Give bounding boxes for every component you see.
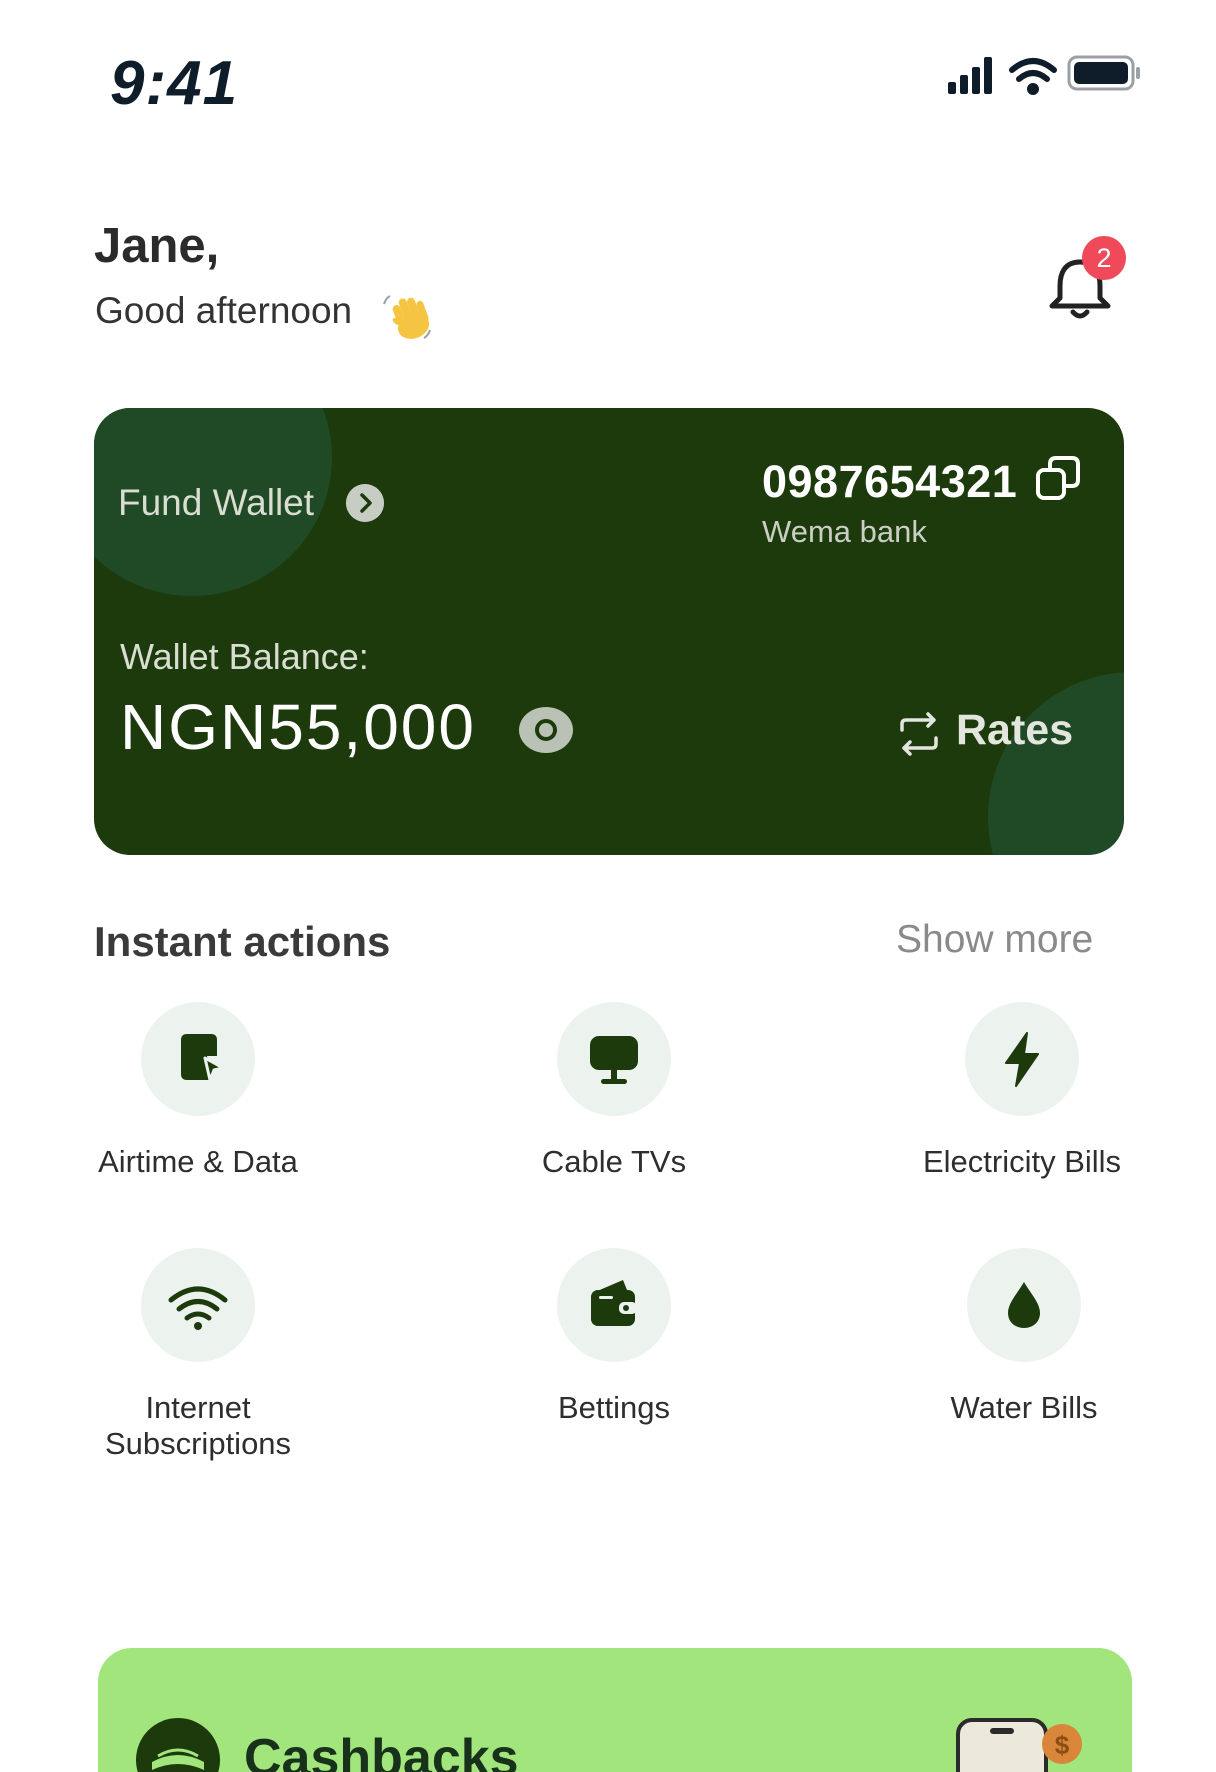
status-time: 9:41 (110, 49, 239, 118)
action-water[interactable]: Water Bills (894, 1248, 1154, 1426)
lightning-icon (965, 1002, 1079, 1116)
wifi-icon (141, 1248, 255, 1362)
exchange-icon (900, 712, 938, 756)
status-icons (948, 55, 1140, 95)
show-more-link[interactable]: Show more (896, 918, 1093, 962)
waving-hand-icon (383, 295, 431, 339)
svg-text:$: $ (1055, 1730, 1070, 1760)
phone-coin-illustration: $ (956, 1718, 1082, 1772)
greeting-message: Good afternoon (95, 290, 353, 331)
wallet-card: Fund Wallet 0987654321 Wema bank Wallet … (94, 408, 1124, 855)
rates-button[interactable]: Rates (898, 704, 1098, 764)
balance-label: Wallet Balance: (120, 636, 369, 677)
wallet-balance: NGN55,000 (120, 691, 476, 763)
action-bettings[interactable]: Bettings (484, 1248, 744, 1426)
fund-wallet-label[interactable]: Fund Wallet (118, 482, 314, 524)
action-airtime-data[interactable]: Airtime & Data (68, 1002, 328, 1180)
cashbacks-banner[interactable]: Cashbacks $ (98, 1648, 1132, 1772)
wifi-status-icon (1009, 58, 1057, 95)
account-number: 0987654321 (762, 456, 1018, 507)
cashbacks-title: Cashbacks (244, 1729, 519, 1772)
section-title: Instant actions (94, 918, 391, 965)
notification-badge: 2 (1082, 236, 1126, 280)
action-label: Water Bills (950, 1390, 1098, 1425)
tv-icon (557, 1002, 671, 1116)
copy-icon[interactable] (1034, 454, 1082, 502)
airtime-icon (141, 1002, 255, 1116)
signal-icon (948, 57, 992, 94)
wallet-icon (557, 1248, 671, 1362)
action-label: Internet Subscriptions (104, 1390, 292, 1461)
action-cable-tv[interactable]: Cable TVs (484, 1002, 744, 1180)
eye-icon[interactable] (518, 706, 574, 754)
action-label: Electricity Bills (922, 1144, 1122, 1179)
bank-name: Wema bank (762, 514, 927, 549)
user-name: Jane, (94, 219, 220, 273)
action-label: Airtime & Data (98, 1144, 298, 1179)
action-internet[interactable]: Internet Subscriptions (68, 1248, 328, 1462)
rates-label: Rates (956, 706, 1074, 754)
action-label: Bettings (557, 1390, 670, 1425)
water-drop-icon (967, 1248, 1081, 1362)
chevron-right-icon[interactable] (346, 484, 384, 522)
battery-icon (1067, 55, 1140, 91)
cashback-logo-icon (136, 1718, 220, 1772)
action-label: Cable TVs (541, 1144, 687, 1179)
action-electricity[interactable]: Electricity Bills (892, 1002, 1152, 1180)
